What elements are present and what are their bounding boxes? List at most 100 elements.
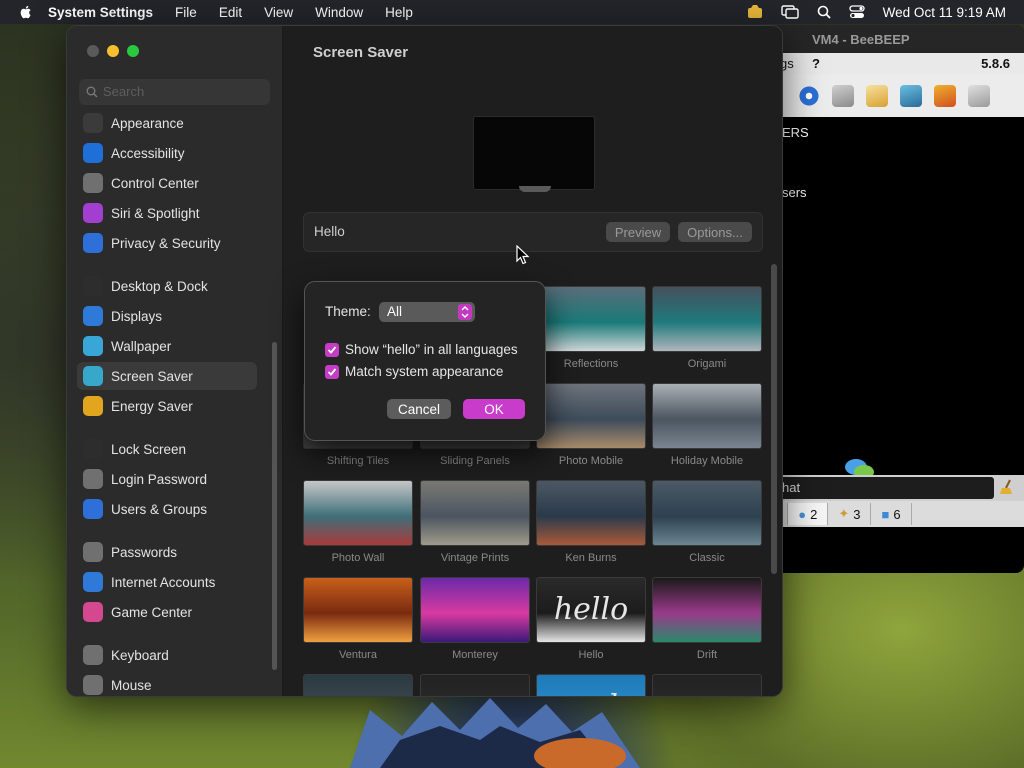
mouse-icon [83,675,103,695]
screen-saver-tile[interactable]: Photo Mobile [536,383,646,467]
minimize-window-button[interactable] [107,45,119,57]
screen-saver-tile[interactable]: Ventura [303,577,413,661]
screen-saver-tile[interactable]: Classic [652,480,762,564]
menu-bar: System Settings File Edit View Window He… [0,0,1024,24]
screen-saver-tile[interactable]: Vintage Prints [420,480,530,564]
sidebar-item-keyboard[interactable]: Keyboard [77,641,257,669]
grid-scrollbar[interactable] [771,264,777,574]
screen-saver-tile[interactable] [303,674,413,696]
screen-saver-icon [83,366,103,386]
sidebar-item-label: Lock Screen [111,441,187,457]
sidebar-item-label: Wallpaper [111,338,172,354]
menu-edit[interactable]: Edit [219,5,242,20]
screen-saver-tile[interactable]: Ken Burns [536,480,646,564]
sidebar-item-appearance[interactable]: Appearance [77,109,257,137]
screen-saver-thumbnail [652,480,762,546]
screen-saver-thumbnail [420,577,530,643]
network-icon[interactable] [900,85,922,107]
apple-menu-icon[interactable] [18,4,34,20]
sidebar-item-label: Internet Accounts [111,574,216,590]
sidebar-item-lock-screen[interactable]: Lock Screen [77,435,257,463]
screen-saver-tile[interactable]: Monterey [420,577,530,661]
beebeep-tab-files[interactable]: ■ 6 [871,503,912,525]
sidebar-item-control-center[interactable]: Control Center [77,169,257,197]
beebeep-tab-groups[interactable]: ✦ 3 [828,503,872,525]
menu-file[interactable]: File [175,5,197,20]
screen-mirroring-icon[interactable] [780,5,799,19]
sidebar-item-siri-spotlight[interactable]: Siri & Spotlight [77,199,257,227]
screen-saver-tile[interactable] [652,674,762,696]
sidebar-item-displays[interactable]: Displays [77,302,257,330]
match-appearance-checkbox[interactable] [325,365,339,379]
mail-icon[interactable] [832,85,854,107]
sidebar-item-mouse[interactable]: Mouse [77,671,257,696]
sidebar-item-accessibility[interactable]: Accessibility [77,139,257,167]
spotlight-search-icon[interactable] [817,5,831,19]
sidebar-item-privacy-security[interactable]: Privacy & Security [77,229,257,257]
screen-saver-thumbnail [420,480,530,546]
match-appearance-label: Match system appearance [345,364,504,379]
compose-icon[interactable] [866,85,888,107]
sidebar-item-internet-accounts[interactable]: Internet Accounts [77,568,257,596]
zoom-window-button[interactable] [127,45,139,57]
screen-saver-thumbnail [536,480,646,546]
sidebar-item-desktop-dock[interactable]: Desktop & Dock [77,272,257,300]
beebeep-menu-help[interactable]: ? [812,56,820,71]
screen-saver-tile[interactable]: Holiday Mobile [652,383,762,467]
screen-saver-tile[interactable]: graphy [536,674,646,696]
sidebar-item-label: Keyboard [111,647,169,663]
sidebar-item-login-password[interactable]: Login Password [77,465,257,493]
screen-saver-tile[interactable]: Reflections [536,286,646,370]
options-button[interactable]: Options... [678,222,752,242]
beebeep-status-icon[interactable] [747,5,763,19]
screen-saver-thumbnail [536,383,646,449]
broadcast-icon[interactable] [798,85,820,107]
show-hello-label: Show “hello” in all languages [345,342,518,357]
menu-window[interactable]: Window [315,5,363,20]
sidebar-item-label: Privacy & Security [111,235,221,251]
sidebar-item-label: Desktop & Dock [111,278,208,294]
trash-icon[interactable] [968,85,990,107]
menu-help[interactable]: Help [385,5,413,20]
sidebar-item-passwords[interactable]: Passwords [77,538,257,566]
screen-saver-tile[interactable]: Drift [652,577,762,661]
screen-saver-tile-label: Sliding Panels [440,455,510,467]
theme-label: Theme: [325,304,371,319]
beebeep-list-header: ERS [782,125,809,140]
wallpaper-icon [83,336,103,356]
screen-saver-tile[interactable]: Origami [652,286,762,370]
sidebar-item-label: Displays [111,308,163,324]
game-center-icon [83,602,103,622]
screen-saver-tile[interactable]: hello Hello [536,577,646,661]
menu-view[interactable]: View [264,5,293,20]
theme-select[interactable]: All [379,302,475,322]
sidebar-item-users-groups[interactable]: Users & Groups [77,495,257,523]
sidebar-scrollbar[interactable] [272,342,277,670]
beebeep-tab-chats[interactable]: ● 2 [788,503,829,525]
sidebar-item-label: Energy Saver [111,398,193,414]
control-center-icon[interactable] [849,5,865,19]
sidebar-item-label: Passwords [111,544,178,560]
beebeep-tabs: 5 ●2 ✦3 ■6 [760,501,1024,527]
show-hello-checkbox[interactable] [325,343,339,357]
screen-saver-tile[interactable] [420,674,530,696]
sidebar-item-game-center[interactable]: Game Center [77,598,257,626]
screen-saver-thumbnail: graphy [536,674,646,696]
search-input[interactable] [103,84,263,99]
menu-clock[interactable]: Wed Oct 11 9:19 AM [883,5,1006,20]
sidebar-item-energy-saver[interactable]: Energy Saver [77,392,257,420]
close-window-button[interactable] [87,45,99,57]
sidebar-item-screen-saver[interactable]: Screen Saver [77,362,257,390]
menu-app-name[interactable]: System Settings [48,5,153,20]
ok-button[interactable]: OK [463,399,525,419]
sidebar-item-wallpaper[interactable]: Wallpaper [77,332,257,360]
screen-saver-tile-label: Ventura [339,649,377,661]
files-icon: ■ [881,506,890,522]
screen-saver-tile-label: Classic [689,552,725,564]
screen-saver-tile[interactable]: Photo Wall [303,480,413,564]
cancel-button[interactable]: Cancel [387,399,451,419]
beebeep-chat-input[interactable]: hat [778,477,994,499]
preview-button[interactable]: Preview [606,222,670,242]
clear-broom-icon[interactable] [1000,479,1014,500]
home-icon[interactable] [934,85,956,107]
